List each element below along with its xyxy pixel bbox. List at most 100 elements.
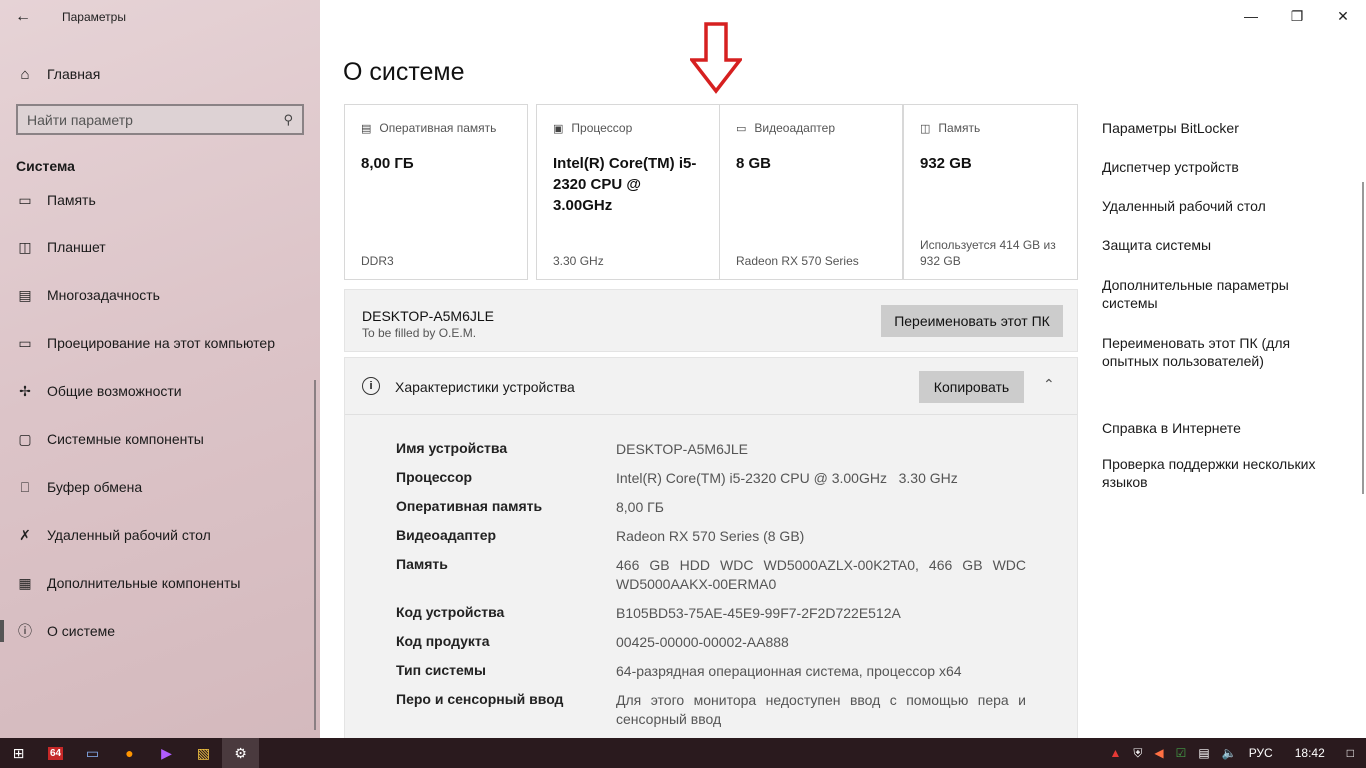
window-controls: — ❐ ✕: [1228, 0, 1366, 32]
help-title: Справка в Интернете: [1102, 420, 1241, 436]
shared-experiences-icon: ✢: [19, 382, 31, 399]
link-bitlocker[interactable]: Параметры BitLocker: [1102, 119, 1332, 137]
spec-row: Тип системы 64-разрядная операционная си…: [396, 662, 1036, 681]
sidebar-nav: ▭ Память ◫ Планшет ▤ Многозадачность ▭ П…: [0, 190, 320, 650]
tray-network-icon[interactable]: ▤: [1198, 746, 1209, 760]
spec-value: 64-разрядная операционная система, проце…: [616, 663, 962, 679]
spec-key: Оперативная память: [396, 498, 543, 514]
sidebar-item-clipboard[interactable]: ⎕ Буфер обмена: [0, 463, 320, 511]
link-remote-desktop[interactable]: Удаленный рабочий стол: [1102, 197, 1332, 215]
spec-row: Имя устройства DESKTOP-A5M6JLE: [396, 440, 1036, 459]
gpu-icon: ▭: [736, 122, 747, 135]
minimize-button[interactable]: —: [1228, 0, 1274, 32]
sidebar-item-remote-desktop[interactable]: ✗ Удаленный рабочий стол: [0, 511, 320, 559]
main-scrollbar[interactable]: [1362, 182, 1364, 494]
taskbar-media-player[interactable]: ▶: [148, 738, 185, 768]
back-arrow-icon: ←: [15, 8, 31, 25]
sidebar-item-project[interactable]: ▭ Проецирование на этот компьютер: [0, 319, 320, 367]
sidebar-scrollbar[interactable]: [314, 380, 316, 730]
sidebar-item-about[interactable]: ⓘ О системе: [0, 607, 320, 650]
clipboard-icon: ⎕: [20, 478, 30, 495]
card-gpu: ▭ Видеоадаптер 8 GB Radeon RX 570 Series: [719, 104, 903, 280]
link-advanced-system-settings[interactable]: Дополнительные параметры системы: [1102, 276, 1302, 312]
sidebar-item-label: Многозадачность: [47, 287, 160, 303]
close-icon: ✕: [1337, 7, 1349, 24]
copy-button[interactable]: Копировать: [919, 371, 1024, 403]
tray-language[interactable]: РУС: [1249, 746, 1273, 760]
spec-key: Тип системы: [396, 662, 486, 678]
sidebar-item-label: Буфер обмена: [47, 479, 143, 495]
main-content: — ❐ ✕ О системе ▤ Оперативная память 8,00…: [320, 0, 1366, 747]
spec-key: Перо и сенсорный ввод: [396, 691, 564, 707]
card-value: 932 GB: [920, 155, 972, 172]
spec-value: Radeon RX 570 Series (8 GB): [616, 528, 805, 544]
sidebar-item-optional-features[interactable]: ▦ Дополнительные компоненты: [0, 559, 320, 607]
project-icon: ▭: [18, 334, 32, 351]
notification-icon[interactable]: □: [1347, 746, 1354, 760]
app-icon: ▭: [85, 744, 100, 761]
disk-icon: ◫: [920, 122, 931, 135]
link-system-protection[interactable]: Защита системы: [1102, 236, 1332, 254]
chevron-up-icon[interactable]: ⌃: [1043, 376, 1055, 393]
card-sub: DDR3: [361, 254, 394, 268]
tray-shield-icon[interactable]: ⛨: [1133, 746, 1142, 761]
pc-name-panel: DESKTOP-A5M6JLE To be filled by O.E.M. П…: [344, 289, 1078, 352]
tray-app-icon[interactable]: ◀: [1154, 746, 1163, 760]
taskbar-app-64[interactable]: 64: [37, 738, 74, 768]
sidebar-item-home[interactable]: ⌂ Главная: [0, 56, 320, 92]
system-components-icon: ▢: [18, 430, 32, 447]
search-input[interactable]: Найти параметр: [27, 112, 283, 128]
taskbar-settings[interactable]: ⚙: [222, 738, 259, 768]
spec-row: Код устройства B105BD53-75AE-45E9-99F7-2…: [396, 604, 1036, 623]
search-icon: ⚲: [283, 111, 293, 127]
tray-clock[interactable]: 18:42: [1295, 746, 1325, 760]
link-device-manager[interactable]: Диспетчер устройств: [1102, 158, 1332, 176]
info-icon: ⓘ: [18, 623, 32, 639]
spec-row: Видеоадаптер Radeon RX 570 Series (8 GB): [396, 527, 1036, 546]
spec-key: Код продукта: [396, 633, 490, 649]
spec-value: B105BD53-75AE-45E9-99F7-2F2D722E512A: [616, 605, 901, 621]
ram-icon: ▤: [361, 122, 372, 135]
card-label: Видеоадаптер: [754, 121, 836, 135]
sidebar-item-shared-experiences[interactable]: ✢ Общие возможности: [0, 367, 320, 415]
firefox-icon: ●: [125, 745, 134, 761]
card-label: Память: [938, 121, 981, 135]
optional-features-icon: ▦: [18, 574, 32, 591]
card-value: Intel(R) Core(TM) i5-2320 CPU @ 3.00GHz: [553, 155, 697, 214]
aida64-icon: 64: [47, 746, 64, 760]
sidebar-item-storage[interactable]: ▭ Память: [0, 190, 320, 224]
taskbar-firefox[interactable]: ●: [111, 738, 148, 768]
sidebar-item-system-components[interactable]: ▢ Системные компоненты: [0, 415, 320, 463]
media-player-icon: ▶: [161, 744, 172, 761]
tray-check-icon[interactable]: ☑: [1176, 746, 1187, 760]
card-label: Оперативная память: [379, 121, 497, 135]
start-button[interactable]: ⊞: [0, 738, 37, 768]
tray-volume-icon[interactable]: 🔈: [1222, 746, 1237, 760]
spec-row: Память 466 GB HDD WDC WD5000AZLX-00K2TA0…: [396, 556, 1036, 594]
device-specs-header[interactable]: i Характеристики устройства Копировать ⌃: [345, 358, 1077, 415]
back-button[interactable]: ←: [0, 0, 46, 34]
close-button[interactable]: ✕: [1320, 0, 1366, 32]
search-box[interactable]: Найти параметр ⚲: [16, 104, 304, 135]
restore-button[interactable]: ❐: [1274, 0, 1320, 32]
tray-warning-icon[interactable]: ▲: [1109, 746, 1121, 760]
rename-pc-button[interactable]: Переименовать этот ПК: [881, 305, 1063, 337]
link-rename-advanced[interactable]: Переименовать этот ПК (для опытных польз…: [1102, 334, 1312, 370]
spec-value: Intel(R) Core(TM) i5-2320 CPU @ 3.00GHz …: [616, 470, 958, 486]
cpu-icon: ▣: [553, 122, 564, 135]
card-sub: Используется 414 GB из 932 GB: [920, 238, 1056, 268]
spec-value: Для этого монитора недоступен ввод с пом…: [616, 692, 1026, 727]
sidebar-item-multitasking[interactable]: ▤ Многозадачность: [0, 271, 320, 319]
sidebar-item-label: Удаленный рабочий стол: [47, 527, 211, 543]
minimize-icon: —: [1244, 8, 1258, 24]
taskbar-explorer[interactable]: ▧: [185, 738, 222, 768]
link-multi-language[interactable]: Проверка поддержки нескольких языков: [1102, 455, 1342, 491]
gear-icon: ⚙: [234, 744, 247, 761]
sidebar-item-tablet[interactable]: ◫ Планшет: [0, 223, 320, 271]
taskbar-app-cards[interactable]: ▭: [74, 738, 111, 768]
card-cpu: ▣ Процессор Intel(R) Core(TM) i5-2320 CPU…: [536, 104, 720, 280]
section-title: Система: [16, 158, 75, 174]
pc-name: DESKTOP-A5M6JLE: [362, 308, 495, 324]
sidebar-item-label: Дополнительные компоненты: [47, 575, 241, 591]
sidebar: ← Параметры ⌂ Главная Найти параметр ⚲ С…: [0, 0, 320, 738]
